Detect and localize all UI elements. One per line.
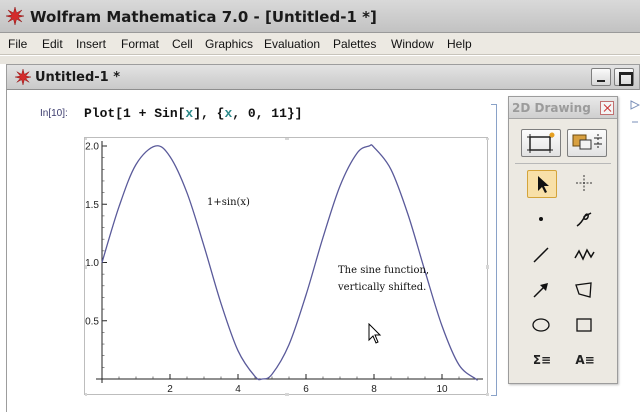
arrow-icon bbox=[533, 283, 548, 298]
plot-handle bbox=[285, 138, 289, 140]
input-cell-label: In[10]: bbox=[40, 108, 68, 119]
annotation-line-1[interactable]: The sine function, bbox=[338, 265, 429, 276]
input-cell-code[interactable]: Plot[1 + Sin[x], {x, 0, 11}] bbox=[84, 106, 302, 121]
x-tick-label: 4 bbox=[235, 384, 241, 395]
math-text-tool[interactable]: Σ≡ bbox=[527, 347, 557, 375]
menu-file[interactable]: File bbox=[8, 37, 27, 51]
menu-window[interactable]: Window bbox=[391, 37, 434, 51]
x-tick-label: 10 bbox=[436, 384, 448, 395]
freehand-tool[interactable] bbox=[570, 206, 600, 234]
right-margin bbox=[628, 92, 640, 412]
plot-handle bbox=[285, 393, 289, 396]
mouse-cursor-icon bbox=[368, 323, 382, 344]
polyline-tool[interactable] bbox=[570, 242, 600, 270]
crosshair-icon bbox=[576, 175, 592, 191]
app-title-bar: Wolfram Mathematica 7.0 - [Untitled-1 *] bbox=[0, 0, 640, 33]
annotation-line-2[interactable]: vertically shifted. bbox=[338, 282, 426, 293]
mathematica-spikey-icon bbox=[6, 7, 24, 25]
x-tick-label: 2 bbox=[167, 384, 173, 395]
x-tick-label: 6 bbox=[303, 384, 309, 395]
notebook-title-bar[interactable]: Untitled-1 * bbox=[6, 64, 640, 90]
point-tool[interactable] bbox=[527, 206, 557, 234]
code-part-3: , 0, 11}] bbox=[232, 106, 303, 121]
scroll-marker-icon bbox=[630, 100, 640, 123]
menu-palettes[interactable]: Palettes bbox=[333, 37, 376, 51]
app-title: Wolfram Mathematica 7.0 - [Untitled-1 *] bbox=[30, 8, 377, 26]
palette-title: 2D Drawing bbox=[512, 101, 591, 115]
notebook-spikey-icon bbox=[15, 69, 31, 85]
function-annotation[interactable]: 1+sin(x) bbox=[207, 197, 250, 208]
palette-title-bar[interactable]: 2D Drawing bbox=[509, 97, 617, 119]
menu-format[interactable]: Format bbox=[121, 37, 159, 51]
menu-insert[interactable]: Insert bbox=[76, 37, 106, 51]
workspace-background bbox=[0, 56, 640, 64]
palette-separator bbox=[515, 163, 611, 164]
drawing-palette[interactable]: 2D Drawing Σ≡ A≡ bbox=[508, 96, 618, 384]
menu-graphics[interactable]: Graphics bbox=[205, 37, 253, 51]
menu-help[interactable]: Help bbox=[447, 37, 472, 51]
menu-edit[interactable]: Edit bbox=[42, 37, 63, 51]
y-tick-label: 1.0 bbox=[85, 258, 99, 269]
rectangle-tool[interactable] bbox=[570, 312, 600, 340]
coordinates-button[interactable] bbox=[567, 129, 607, 157]
maximize-button[interactable] bbox=[614, 68, 634, 86]
rectangle-icon bbox=[576, 318, 592, 332]
palette-close-button[interactable] bbox=[600, 101, 614, 115]
select-arrow-icon bbox=[538, 176, 549, 193]
code-part-2: ], { bbox=[193, 106, 225, 121]
graphics-inset-icon bbox=[572, 134, 602, 150]
plot-handle bbox=[486, 265, 489, 269]
menu-evaluation[interactable]: Evaluation bbox=[264, 37, 320, 51]
plot-handle bbox=[85, 393, 87, 396]
math-text-icon: Σ≡ bbox=[532, 353, 552, 367]
select-tool[interactable] bbox=[527, 170, 557, 198]
graphics-region-button[interactable] bbox=[521, 129, 561, 157]
menu-bar: File Edit Insert Format Cell Graphics Ev… bbox=[0, 33, 640, 55]
text-icon: A≡ bbox=[575, 353, 595, 367]
minimize-button[interactable] bbox=[591, 68, 611, 86]
arrow-tool[interactable] bbox=[527, 277, 557, 305]
point-picker-tool[interactable] bbox=[570, 170, 600, 198]
plot-handle bbox=[85, 138, 87, 140]
ellipse-icon bbox=[532, 318, 550, 332]
polygon-icon bbox=[575, 282, 592, 298]
menu-cell[interactable]: Cell bbox=[172, 37, 193, 51]
freehand-icon bbox=[576, 212, 592, 227]
disk-tool[interactable] bbox=[527, 312, 557, 340]
plot-handle bbox=[85, 265, 87, 269]
plot-handle bbox=[486, 138, 489, 140]
line-icon bbox=[533, 247, 549, 263]
y-tick-label: 0.5 bbox=[85, 316, 99, 327]
polyline-icon bbox=[574, 248, 595, 261]
plot-handle bbox=[486, 393, 489, 396]
cell-bracket[interactable] bbox=[491, 104, 497, 396]
notebook-title: Untitled-1 * bbox=[35, 70, 121, 85]
text-tool[interactable]: A≡ bbox=[570, 347, 600, 375]
code-part-1: Plot[1 + Sin[ bbox=[84, 106, 186, 121]
x-tick-label: 8 bbox=[371, 384, 377, 395]
graphics-frame-icon bbox=[527, 132, 555, 153]
y-tick-label: 2.0 bbox=[85, 142, 99, 153]
sine-curve-line bbox=[101, 144, 478, 381]
polygon-tool[interactable] bbox=[570, 277, 600, 305]
point-icon bbox=[539, 217, 543, 221]
line-tool[interactable] bbox=[527, 242, 557, 270]
y-tick-label: 1.5 bbox=[85, 200, 99, 211]
